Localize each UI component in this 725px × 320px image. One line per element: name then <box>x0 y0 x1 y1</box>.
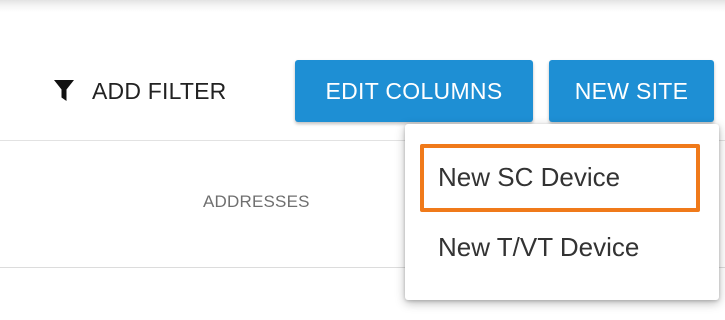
new-site-button[interactable]: NEW SITE <box>549 60 714 122</box>
top-shadow <box>0 0 725 12</box>
menu-item-new-sc-device[interactable]: New SC Device <box>405 146 719 208</box>
new-site-dropdown-menu: New SC Device New T/VT Device <box>405 124 719 300</box>
add-filter-label: ADD FILTER <box>92 77 227 104</box>
add-filter-button[interactable]: ADD FILTER <box>54 76 226 106</box>
menu-item-new-tvt-device[interactable]: New T/VT Device <box>405 216 719 278</box>
edit-columns-button[interactable]: EDIT COLUMNS <box>295 60 533 122</box>
toolbar: ADD FILTER EDIT COLUMNS NEW SITE <box>0 12 725 140</box>
filter-icon <box>54 80 74 102</box>
column-header-addresses[interactable]: ADDRESSES <box>203 192 310 212</box>
page: ADD FILTER EDIT COLUMNS NEW SITE ADDRESS… <box>0 0 725 320</box>
